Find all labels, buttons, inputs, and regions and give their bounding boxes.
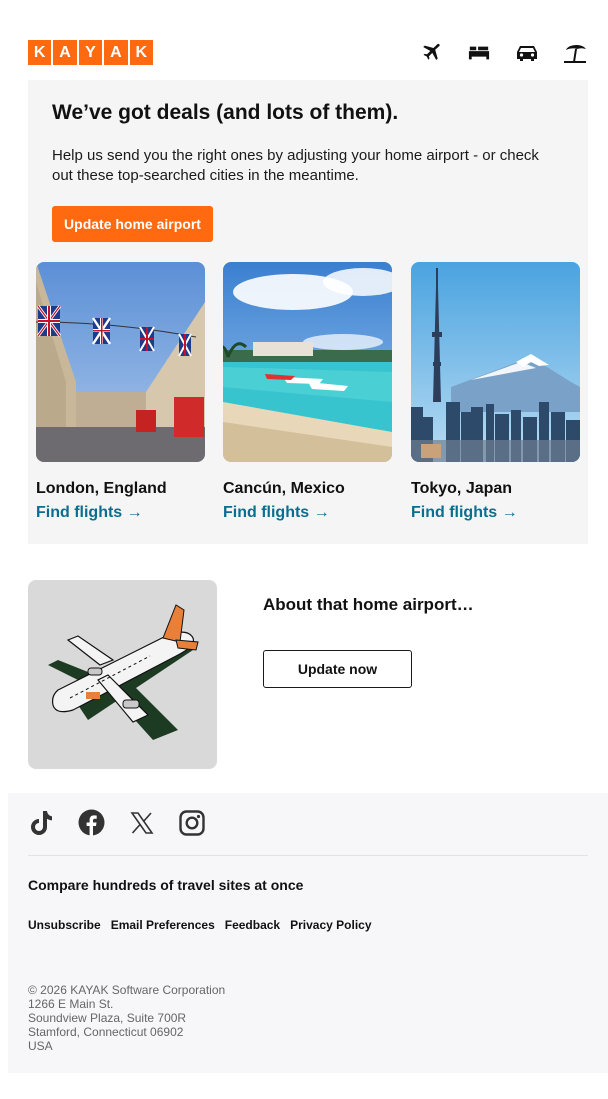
beach-umbrella-icon[interactable] (562, 42, 588, 64)
logo-letter: A (53, 40, 77, 65)
airplane-illustration (28, 580, 217, 769)
address-line: USA (28, 1039, 53, 1053)
city-name: Cancún, Mexico (223, 480, 345, 497)
bed-icon[interactable] (466, 42, 492, 64)
company-address: © 2026 KAYAK Software Corporation 1266 E… (28, 983, 225, 1053)
privacy-policy-link[interactable]: Privacy Policy (290, 918, 371, 932)
email-preferences-link[interactable]: Email Preferences (111, 918, 215, 932)
kayak-logo[interactable]: K A Y A K (28, 40, 153, 65)
tiktok-icon[interactable] (28, 809, 55, 836)
plane-icon[interactable] (418, 42, 444, 64)
address-line: Soundview Plaza, Suite 700R (28, 1011, 187, 1025)
tokyo-image[interactable] (411, 262, 580, 462)
cancun-image[interactable] (223, 262, 392, 462)
social-links (28, 809, 205, 836)
update-home-airport-button[interactable]: Update home airport (52, 206, 213, 242)
email-header: K A Y A K (28, 40, 588, 66)
footer: Compare hundreds of travel sites at once… (8, 793, 608, 1073)
city-name: Tokyo, Japan (411, 480, 513, 497)
update-now-button[interactable]: Update now (263, 650, 412, 688)
about-title: About that home airport… (263, 595, 474, 614)
address-line: © 2026 KAYAK Software Corporation (28, 983, 226, 997)
find-flights-link[interactable]: Find flights → (223, 504, 330, 522)
deals-heading: We’ve got deals (and lots of them). (52, 101, 399, 124)
feedback-link[interactable]: Feedback (225, 918, 280, 932)
deals-section: We’ve got deals (and lots of them). Help… (28, 80, 588, 544)
logo-letter: Y (78, 40, 103, 65)
logo-letter: K (28, 40, 52, 65)
footer-links: Unsubscribe Email Preferences Feedback P… (28, 918, 372, 932)
car-icon[interactable] (514, 42, 540, 64)
x-icon[interactable] (128, 809, 155, 836)
footer-divider (28, 855, 588, 856)
city-card-cancun[interactable]: Cancún, Mexico Find flights → (223, 262, 392, 522)
city-card-tokyo[interactable]: Tokyo, Japan Find flights → (411, 262, 580, 522)
city-name: London, England (36, 480, 167, 497)
city-card-london[interactable]: London, England Find flights → (36, 262, 205, 522)
instagram-icon[interactable] (178, 809, 205, 836)
deals-body: Help us send you the right ones by adjus… (52, 147, 539, 184)
find-flights-link[interactable]: Find flights → (36, 504, 143, 522)
logo-letter: K (129, 40, 153, 65)
footer-tagline: Compare hundreds of travel sites at once (28, 877, 304, 893)
facebook-icon[interactable] (78, 809, 105, 836)
find-flights-link[interactable]: Find flights → (411, 504, 518, 522)
address-line: 1266 E Main St. (28, 997, 114, 1011)
london-image[interactable] (36, 262, 205, 462)
address-line: Stamford, Connecticut 06902 (28, 1025, 184, 1039)
logo-letter: A (104, 40, 128, 65)
nav-icons (418, 42, 588, 64)
unsubscribe-link[interactable]: Unsubscribe (28, 918, 101, 932)
